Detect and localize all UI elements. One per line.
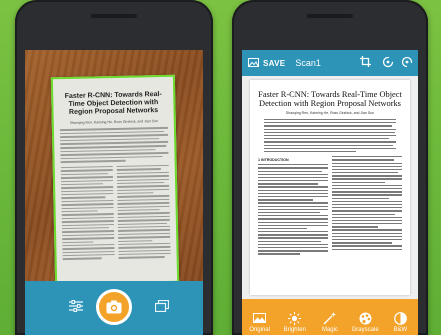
camera-toolbar — [25, 281, 203, 335]
filter-original[interactable]: Original — [245, 311, 275, 333]
magic-wand-icon — [323, 311, 337, 325]
editor-topbar: SAVE Scan1 — [242, 50, 418, 76]
left-phone: Faster R-CNN: Towards Real-Time Object D… — [15, 0, 213, 335]
crop-icon[interactable] — [360, 56, 371, 69]
captured-body-columns — [60, 164, 171, 262]
camera-icon — [106, 300, 122, 314]
captured-document-title: Faster R-CNN: Towards Real-Time Object D… — [64, 91, 162, 116]
filter-label: B&W — [393, 327, 408, 333]
section-heading: 1 INTRODUCTION — [258, 158, 289, 163]
document-title: Faster R-CNN: Towards Real-Time Object D… — [258, 90, 402, 108]
phone-speaker — [307, 14, 353, 18]
shutter-button[interactable] — [96, 289, 132, 325]
captured-abstract-text — [59, 126, 169, 164]
gallery-icon[interactable] — [154, 299, 170, 316]
scan-title[interactable]: Scan1 — [295, 58, 321, 68]
filter-magic[interactable]: Magic — [315, 311, 345, 333]
scanned-document: Faster R-CNN: Towards Real-Time Object D… — [250, 80, 410, 295]
save-button[interactable]: SAVE — [263, 59, 285, 68]
captured-document-authors: Shaoqing Ren, Kaiming He, Ross Girshick,… — [69, 119, 158, 125]
filter-label: Original — [249, 327, 270, 333]
document-detection-frame[interactable]: Faster R-CNN: Towards Real-Time Object D… — [50, 74, 180, 286]
filter-bar: Original Brighten Magic Grayscale B&W — [242, 299, 418, 335]
palette-icon — [359, 311, 372, 325]
rotate-right-icon[interactable] — [401, 56, 413, 70]
filter-brighten[interactable]: Brighten — [280, 311, 310, 333]
settings-sliders-icon[interactable] — [69, 299, 83, 316]
phone-speaker — [91, 14, 137, 18]
camera-viewfinder: Faster R-CNN: Towards Real-Time Object D… — [25, 50, 203, 335]
image-icon — [253, 311, 267, 325]
rotate-left-icon[interactable] — [382, 56, 394, 70]
sun-icon — [288, 311, 302, 325]
filter-label: Grayscale — [351, 327, 379, 333]
filter-label: Brighten — [283, 327, 306, 333]
document-abstract — [264, 119, 396, 153]
filter-bw[interactable]: B&W — [385, 311, 415, 333]
filter-label: Magic — [321, 327, 338, 333]
scan-editor: SAVE Scan1 Faster R-CNN: Towards Real-Ti… — [242, 50, 418, 335]
save-icon[interactable] — [248, 57, 259, 69]
document-body-columns: 1 INTRODUCTION — [258, 156, 402, 256]
filter-grayscale[interactable]: Grayscale — [350, 311, 380, 333]
contrast-icon — [393, 311, 407, 325]
document-authors: Shaoqing Ren, Kaiming He, Ross Girshick,… — [285, 111, 375, 115]
right-phone: SAVE Scan1 Faster R-CNN: Towards Real-Ti… — [232, 0, 428, 335]
